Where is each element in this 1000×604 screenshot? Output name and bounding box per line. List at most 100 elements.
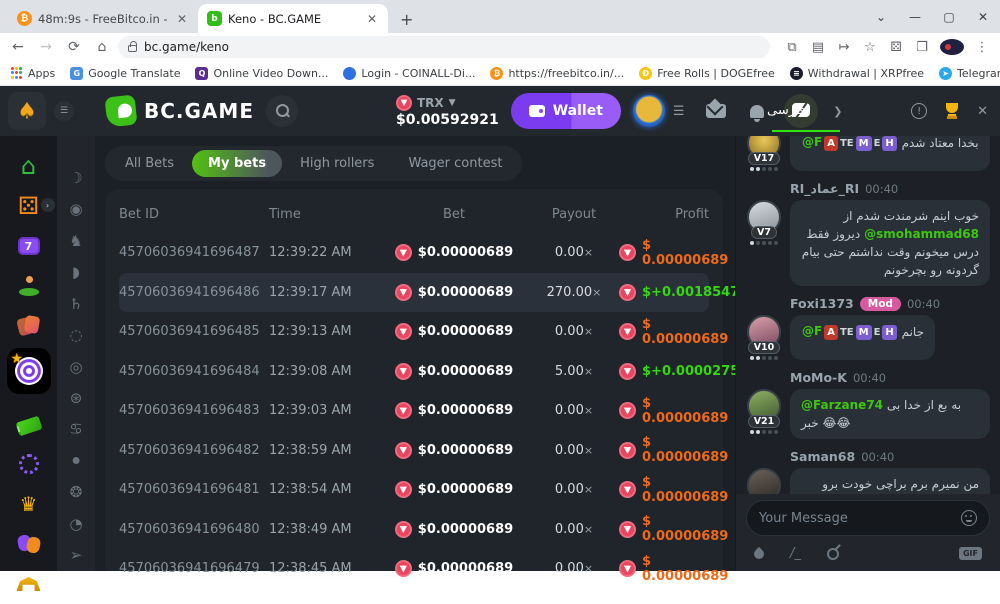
sidebar-item-home[interactable]: ⌂ — [7, 146, 51, 186]
bookmark-item[interactable]: Apps — [10, 67, 55, 80]
table-row[interactable]: 4570603694169648212:38:59 AM$0.000006890… — [119, 431, 709, 471]
url-text[interactable]: bc.game/keno — [144, 40, 229, 54]
bet-id-cell[interactable]: 45706036941696481 — [119, 482, 269, 497]
game-icon-coins[interactable]: ⊛ — [70, 382, 83, 413]
game-icon-dart[interactable]: ➢ — [70, 540, 83, 571]
trophy-icon[interactable] — [943, 103, 961, 119]
game-icon-glove[interactable]: ❂ — [70, 477, 83, 508]
bookmark-item[interactable]: Login - COINALL-Di... — [343, 67, 475, 80]
profile-avatar[interactable] — [940, 39, 964, 55]
star-icon[interactable]: ☆ — [858, 40, 882, 55]
game-icon-bomb[interactable]: ⚫ — [70, 445, 83, 476]
mention-fatemeh[interactable]: @FATEMEH — [801, 325, 898, 339]
chat-language-tab[interactable]: فارسی — [767, 103, 805, 120]
chat-username[interactable]: MoMo-K — [790, 370, 847, 385]
sidebar-item-slots[interactable]: 7 — [7, 226, 51, 266]
sidebar-item-masks[interactable] — [7, 524, 51, 564]
bookmark-item[interactable]: ≡Withdrawal | XRPfree — [790, 67, 924, 80]
table-row[interactable]: 4570603694169648312:39:03 AM$0.000006890… — [119, 391, 709, 431]
chat-close-icon[interactable]: ✕ — [977, 104, 988, 119]
bookmark-item[interactable]: ÐFree Rolls | DOGEfree — [639, 67, 775, 80]
tab-my-bets[interactable]: My bets — [192, 150, 282, 177]
game-icon-saturn[interactable]: ♄ — [69, 288, 82, 319]
table-row[interactable]: 4570603694169648512:39:13 AM$0.000006890… — [119, 312, 709, 352]
table-row[interactable]: 4570603694169648712:39:22 AM$0.000006890… — [119, 233, 709, 273]
launch-icon[interactable]: ⧉ — [780, 40, 804, 55]
casino-spade-button[interactable]: ♠ — [8, 92, 46, 130]
chat-expand-chevron-icon[interactable]: ❯ — [833, 105, 842, 118]
sidebar-item-ticket[interactable] — [7, 404, 51, 444]
bet-id-cell[interactable]: 45706036941696482 — [119, 443, 269, 458]
new-tab-button[interactable]: + — [388, 10, 425, 33]
menu-icon[interactable]: ⋮ — [970, 40, 994, 55]
game-icon-ring[interactable]: ◌ — [69, 319, 82, 350]
coin-flip-icon[interactable] — [827, 548, 839, 560]
collapse-menu-icon[interactable]: ☰ — [54, 101, 74, 121]
mention-fatemeh[interactable]: @FATEMEH — [801, 136, 898, 150]
table-row[interactable]: 4570603694169648612:39:17 AM$0.000006892… — [119, 273, 709, 313]
bookmark-item[interactable]: QOnline Video Down... — [195, 67, 328, 80]
bookmark-item[interactable]: ₿https://freebitco.in/... — [490, 67, 624, 80]
mention[interactable]: @Farzane74 — [801, 398, 883, 412]
user-avatar[interactable] — [633, 95, 665, 127]
game-icon-chip[interactable]: ◉ — [69, 193, 82, 224]
sidebar-item-crown[interactable]: ♛ — [7, 484, 51, 524]
rain-icon[interactable] — [752, 546, 766, 560]
window-maximize-icon[interactable]: ▢ — [932, 10, 966, 24]
tab-all-bets[interactable]: All Bets — [109, 150, 190, 177]
sidebar-item-bridge[interactable] — [7, 564, 51, 604]
share-icon[interactable]: ↦ — [832, 40, 856, 55]
browser-tab[interactable]: ₿48m:9s - FreeBitco.in - Win free ✕ — [8, 4, 198, 33]
bet-id-cell[interactable]: 45706036941696484 — [119, 364, 269, 379]
wallet-button[interactable]: Wallet — [511, 93, 621, 129]
bet-id-cell[interactable]: 45706036941696486 — [119, 285, 269, 300]
reload-icon[interactable]: ⟳ — [62, 39, 86, 55]
chat-username[interactable]: Saman68 — [790, 449, 855, 464]
game-icon-comet[interactable]: ☽ — [69, 162, 82, 193]
sidebar-item-dots[interactable] — [7, 444, 51, 484]
bet-id-cell[interactable]: 45706036941696485 — [119, 324, 269, 339]
translate-icon[interactable]: ▤ — [806, 40, 830, 55]
address-bar[interactable]: bc.game/keno — [118, 36, 770, 58]
game-icon-eggs[interactable]: ◎ — [69, 351, 82, 382]
home-icon[interactable]: ⌂ — [90, 39, 114, 55]
forward-icon[interactable]: → — [34, 39, 58, 55]
bet-id-cell[interactable]: 45706036941696487 — [119, 245, 269, 260]
game-icon-gorilla[interactable]: ♞ — [69, 225, 82, 256]
tab-close-icon[interactable]: ✕ — [365, 12, 379, 26]
game-icon-stopwatch[interactable]: ◔ — [69, 508, 82, 539]
chat-username[interactable]: RI_عماد_RI — [790, 181, 859, 196]
mail-icon[interactable] — [706, 104, 726, 118]
table-row[interactable]: 4570603694169648412:39:08 AM$0.000006895… — [119, 352, 709, 392]
bookmark-item[interactable]: ➤Telegram Web — [939, 67, 1000, 80]
bet-id-cell[interactable]: 45706036941696483 — [119, 403, 269, 418]
expand-icon[interactable]: › — [41, 198, 55, 212]
table-row[interactable]: 4570603694169648012:38:49 AM$0.000006890… — [119, 510, 709, 550]
avatar[interactable] — [747, 468, 781, 494]
tab-wager-contest[interactable]: Wager contest — [392, 150, 518, 177]
sidebar-item-tags[interactable] — [7, 306, 51, 346]
sidebar-item-keno[interactable]: ★ — [7, 348, 51, 394]
sidepanel-icon[interactable]: ❐ — [910, 40, 934, 55]
browser-tab[interactable]: bKeno - BC.GAME✕ — [198, 4, 388, 33]
bet-id-cell[interactable]: 45706036941696480 — [119, 522, 269, 537]
mention[interactable]: @smohammad68 — [864, 227, 979, 241]
sidebar-item-dice[interactable]: ⚄› — [7, 186, 51, 226]
back-icon[interactable]: ← — [6, 39, 30, 55]
currency-selector[interactable]: TRX ▼ $0.00592921 — [396, 95, 499, 128]
extensions-icon[interactable]: ⚄ — [884, 40, 908, 55]
bcgame-logo[interactable]: BC.GAME — [106, 96, 254, 126]
search-button[interactable] — [266, 95, 298, 127]
table-row[interactable]: 4570603694169648112:38:54 AM$0.000006890… — [119, 470, 709, 510]
chat-rules-info-icon[interactable]: ! — [911, 103, 927, 119]
slash-command-icon[interactable]: /_ — [790, 546, 801, 561]
bookmark-item[interactable]: GGoogle Translate — [70, 67, 180, 80]
window-close-icon[interactable]: ✕ — [966, 10, 1000, 24]
game-icon-bird[interactable]: ◗ — [72, 256, 80, 287]
tab-high-rollers[interactable]: High rollers — [284, 150, 390, 177]
sidebar-item-crash[interactable] — [7, 266, 51, 306]
account-menu-icon[interactable]: ☰ — [673, 104, 684, 119]
chat-username[interactable]: Foxi1373 — [790, 296, 854, 311]
window-minimize-icon[interactable]: — — [898, 10, 932, 24]
gif-button[interactable]: GIF — [959, 547, 982, 560]
